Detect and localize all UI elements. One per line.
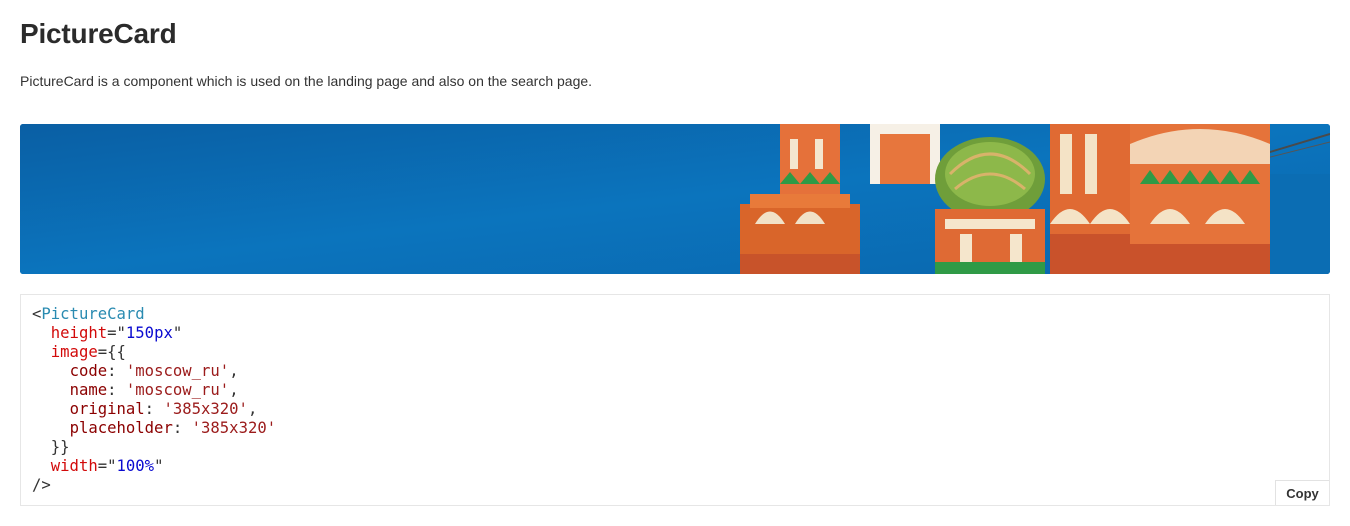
code-token: <	[32, 305, 42, 323]
code-key-original: original	[69, 400, 145, 418]
code-key-placeholder: placeholder	[69, 419, 173, 437]
code-token: ,	[247, 400, 258, 418]
code-value-code: 'moscow_ru'	[125, 362, 230, 380]
code-token: ,	[229, 362, 239, 380]
code-width-value: 100%	[116, 457, 155, 475]
code-attr-height: height	[50, 324, 108, 342]
code-component-name: PictureCard	[41, 305, 145, 323]
code-token: :	[144, 400, 164, 418]
code-self-close: />	[32, 476, 51, 494]
code-token: "	[172, 324, 183, 342]
code-token: ={{	[97, 343, 126, 361]
code-example-box: <PictureCard height="150px" image={{ cod…	[20, 294, 1330, 506]
code-token: :	[107, 381, 126, 399]
code-value-original: '385x320'	[163, 400, 248, 418]
code-value-name: 'moscow_ru'	[125, 381, 230, 399]
code-token: ="	[97, 457, 117, 475]
code-token: "	[154, 457, 164, 475]
page-title: PictureCard	[20, 18, 177, 49]
code-value-placeholder: '385x320'	[191, 419, 277, 437]
picture-card[interactable]	[20, 124, 1330, 274]
code-attr-width: width	[50, 457, 98, 475]
code-token: ="	[107, 324, 126, 342]
code-token: }}	[50, 438, 70, 456]
code-token: ,	[229, 381, 239, 399]
copy-button[interactable]: Copy	[1275, 480, 1329, 505]
code-snippet[interactable]: <PictureCard height="150px" image={{ cod…	[32, 305, 276, 495]
code-key-code: code	[69, 362, 108, 380]
code-height-value: 150px	[125, 324, 173, 342]
code-token: :	[107, 362, 126, 380]
page-description: PictureCard is a component which is used…	[20, 73, 593, 89]
code-token: :	[172, 419, 192, 437]
code-key-name: name	[69, 381, 108, 399]
code-attr-image: image	[50, 343, 98, 361]
picture-card-image	[20, 124, 1330, 274]
